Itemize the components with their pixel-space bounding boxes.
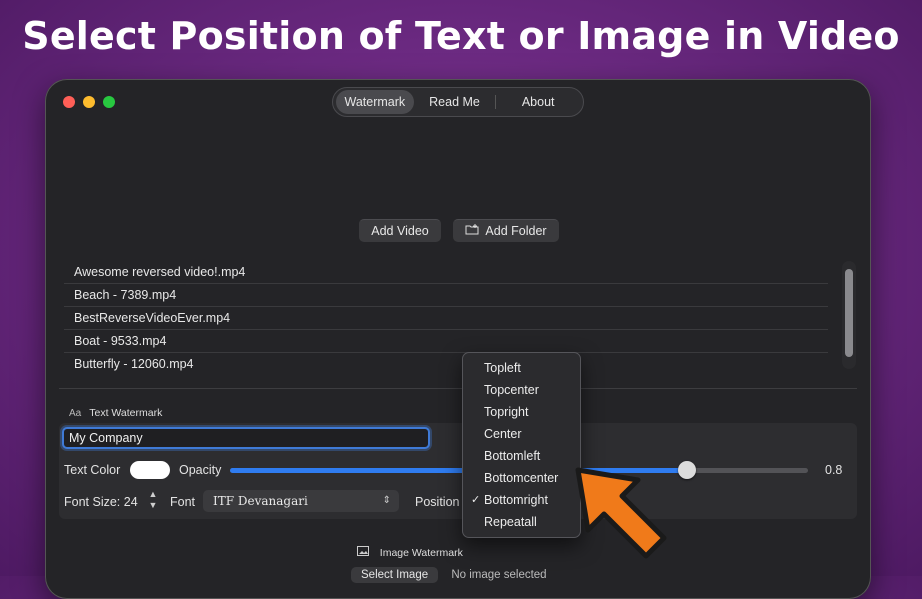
list-item[interactable]: Beach - 7389.mp4 [64,284,828,307]
image-status-text: No image selected [451,569,547,581]
opacity-slider-knob[interactable] [678,461,696,479]
list-item[interactable]: BestReverseVideoEver.mp4 [64,307,828,330]
menu-item-label: Repeatall [484,515,537,529]
menu-item-bottomcenter[interactable]: Bottomcenter [463,467,580,489]
menu-item-topleft[interactable]: Topleft [463,357,580,379]
font-select[interactable]: ITF Devanagari ⇕ [203,490,399,512]
list-scrollbar[interactable] [842,261,856,369]
menu-item-bottomright[interactable]: ✓ Bottomright [463,489,580,511]
checkmark-icon: ✓ [471,494,481,506]
position-dropdown-menu: Topleft Topcenter Topright Center Bottom… [462,352,581,538]
scrollbar-thumb[interactable] [845,269,853,357]
font-size-label: Font Size: 24 [64,495,138,509]
app-window: Watermark Read Me About Add Video Add Fo… [45,79,871,599]
list-item[interactable]: Boat - 9533.mp4 [64,330,828,353]
text-format-icon: Aa [69,408,82,419]
opacity-label: Opacity [179,463,222,477]
font-label: Font [170,495,196,509]
image-watermark-title: Image Watermark [379,547,463,559]
image-icon [357,546,372,559]
stepper-down-icon[interactable]: ▼ [146,500,160,511]
stepper-up-icon[interactable]: ▲ [146,489,160,500]
headline: Select Position of Text or Image in Vide… [22,14,900,58]
select-image-button[interactable]: Select Image [351,567,439,583]
add-video-label: Add Video [371,224,429,238]
chevron-updown-icon: ⇕ [382,495,391,506]
menu-item-label: Topcenter [484,383,539,397]
font-size-stepper[interactable]: ▲ ▼ [146,489,160,513]
zoom-window-button[interactable] [103,96,115,108]
tab-bar: Watermark Read Me About [332,87,584,117]
minimize-window-button[interactable] [83,96,95,108]
menu-item-label: Bottomright [484,493,548,507]
position-label: Position [415,495,460,509]
watermark-text-input[interactable]: My Company [62,427,430,449]
text-watermark-header: Aa Text Watermark [69,407,162,419]
image-watermark-controls: Select Image No image selected [351,567,547,583]
text-color-label: Text Color [64,463,121,477]
menu-item-topright[interactable]: Topright [463,401,580,423]
menu-item-label: Center [484,427,522,441]
menu-item-label: Bottomleft [484,449,541,463]
tab-watermark[interactable]: Watermark [336,90,414,114]
pointer-arrow-icon [575,467,667,559]
text-color-well[interactable] [130,461,170,479]
add-folder-label: Add Folder [485,224,547,238]
video-list: Awesome reversed video!.mp4 Beach - 7389… [64,261,828,375]
text-watermark-title: Text Watermark [89,407,163,419]
menu-item-repeatall[interactable]: Repeatall [463,511,580,533]
tab-about[interactable]: About [496,90,580,114]
image-watermark-header: Image Watermark [357,546,463,559]
opacity-value: 0.8 [825,463,843,477]
menu-item-label: Bottomcenter [484,471,559,485]
section-divider [59,388,857,389]
menu-item-center[interactable]: Center [463,423,580,445]
menu-item-label: Topright [484,405,529,419]
close-window-button[interactable] [63,96,75,108]
tab-read-me[interactable]: Read Me [414,90,496,114]
menu-item-topcenter[interactable]: Topcenter [463,379,580,401]
list-item[interactable]: Butterfly - 12060.mp4 [64,353,828,375]
menu-item-label: Topleft [484,361,521,375]
font-select-value: ITF Devanagari [213,494,308,508]
folder-plus-icon [465,220,479,242]
list-item[interactable]: Awesome reversed video!.mp4 [64,261,828,284]
add-video-button[interactable]: Add Video [359,219,441,242]
add-folder-button[interactable]: Add Folder [453,219,559,242]
menu-item-bottomleft[interactable]: Bottomleft [463,445,580,467]
